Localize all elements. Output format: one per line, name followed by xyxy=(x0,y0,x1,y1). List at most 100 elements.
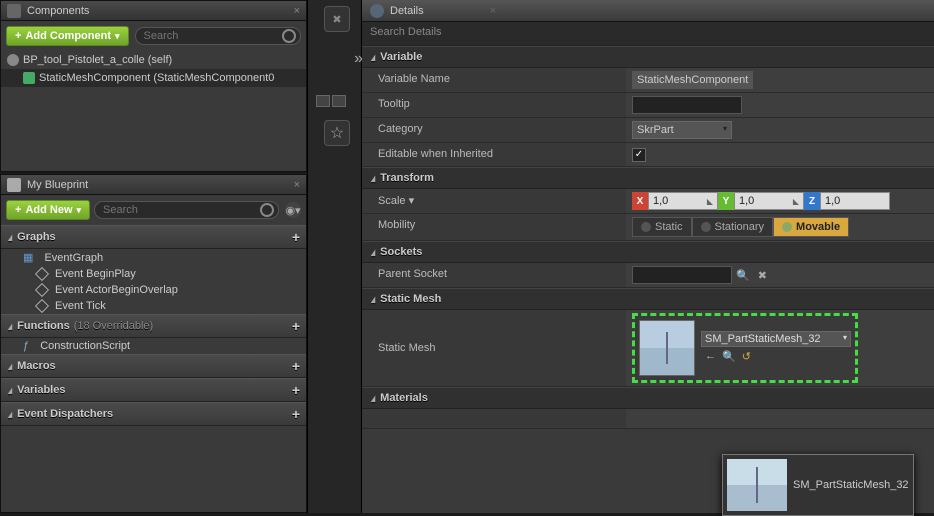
mobility-static[interactable]: Static xyxy=(632,217,692,237)
functions-info: (18 Overridable) xyxy=(74,320,153,332)
close-icon[interactable]: × xyxy=(294,5,300,17)
components-search-input[interactable] xyxy=(135,27,301,45)
static-mesh-combo[interactable]: SM_PartStaticMesh_32 xyxy=(701,331,851,347)
mobility-label: Mobility xyxy=(362,214,626,240)
static-mesh-slot[interactable]: SM_PartStaticMesh_32 ← 🔍 ↺ xyxy=(632,313,858,383)
myblueprint-search-input[interactable] xyxy=(94,201,279,219)
add-macro-button[interactable]: + xyxy=(292,358,300,374)
middle-toolbar: ✖ » ☆ xyxy=(307,0,362,513)
editable-checkbox[interactable]: ✓ xyxy=(632,148,646,162)
category-transform[interactable]: Transform xyxy=(362,167,934,189)
details-search-input[interactable]: Search Details xyxy=(362,22,934,46)
mesh-thumbnail[interactable] xyxy=(639,320,695,376)
functions-label: Functions xyxy=(17,320,70,332)
event-item[interactable]: Event Tick xyxy=(1,298,306,314)
add-graph-button[interactable]: + xyxy=(292,229,300,245)
parent-socket-label: Parent Socket xyxy=(362,263,626,287)
close-icon[interactable]: × xyxy=(294,179,300,191)
category-materials[interactable]: Materials xyxy=(362,387,934,409)
event-item[interactable]: Event ActorBeginOverlap xyxy=(1,282,306,298)
category-value: SkrPart xyxy=(637,124,674,136)
graphs-section[interactable]: Graphs + xyxy=(1,225,306,249)
add-variable-button[interactable]: + xyxy=(292,382,300,398)
materials-row xyxy=(362,409,626,428)
scale-y-input[interactable]: 1,0◣ xyxy=(734,192,804,210)
reset-icon[interactable]: ↺ xyxy=(742,350,751,363)
components-tab-header[interactable]: Components × xyxy=(1,1,306,21)
tooltip-label: Tooltip xyxy=(362,93,626,117)
static-mesh-label: Static Mesh xyxy=(362,310,626,386)
variables-section[interactable]: Variables+ xyxy=(1,378,306,402)
tooltip-input[interactable] xyxy=(632,96,742,114)
dispatchers-section[interactable]: Event Dispatchers + xyxy=(1,402,306,426)
mobility-movable[interactable]: Movable xyxy=(773,217,849,237)
mob-stationary-label: Stationary xyxy=(715,221,765,233)
eye-icon[interactable]: ◉▾ xyxy=(285,202,301,218)
scale-z-input[interactable]: 1,0 xyxy=(820,192,890,210)
event-icon xyxy=(35,267,49,281)
graphs-label: Graphs xyxy=(17,231,56,243)
eventgraph-label: EventGraph xyxy=(44,252,103,264)
y-axis-label: Y xyxy=(718,192,734,210)
event-item[interactable]: Event BeginPlay xyxy=(1,266,306,282)
parent-socket-input[interactable] xyxy=(632,266,732,284)
myblueprint-tab-label: My Blueprint xyxy=(27,179,88,191)
scale-vector: X1,0◣ Y1,0◣ Z1,0 xyxy=(632,192,890,210)
category-combo[interactable]: SkrPart xyxy=(632,121,732,139)
tooltip-thumbnail xyxy=(727,459,787,511)
event-label: Event Tick xyxy=(55,300,106,312)
details-tab-label: Details xyxy=(390,5,424,17)
variable-name-label: Variable Name xyxy=(362,68,626,92)
search-icon[interactable]: 🔍 xyxy=(736,269,750,282)
event-label: Event ActorBeginOverlap xyxy=(55,284,178,296)
mesh-icon xyxy=(23,72,35,84)
mobility-stationary[interactable]: Stationary xyxy=(692,217,774,237)
cat-variable-label: Variable xyxy=(380,51,422,63)
event-icon xyxy=(35,283,49,297)
cat-staticmesh-label: Static Mesh xyxy=(380,293,441,305)
eventgraph-item[interactable]: ▦ EventGraph xyxy=(1,249,306,266)
component-child-item[interactable]: StaticMeshComponent (StaticMeshComponent… xyxy=(1,69,306,87)
cat-materials-label: Materials xyxy=(380,392,428,404)
construction-label: ConstructionScript xyxy=(40,340,130,352)
actor-icon xyxy=(7,54,19,66)
wrench-icon[interactable]: ✖ xyxy=(324,6,350,32)
star-icon[interactable]: ☆ xyxy=(324,120,350,146)
category-variable[interactable]: Variable xyxy=(362,46,934,68)
details-tab-header[interactable]: Details × xyxy=(362,0,934,22)
component-root-item[interactable]: BP_tool_Pistolet_a_colle (self) xyxy=(1,51,306,69)
myblueprint-tab-header[interactable]: My Blueprint × xyxy=(1,175,306,195)
category-static-mesh[interactable]: Static Mesh xyxy=(362,288,934,310)
add-function-button[interactable]: + xyxy=(292,318,300,334)
mob-movable-label: Movable xyxy=(796,221,840,233)
search-icon[interactable]: 🔍 xyxy=(722,350,736,363)
scale-label: Scale ▾ xyxy=(362,189,626,213)
component-root-label: BP_tool_Pistolet_a_colle (self) xyxy=(23,54,172,66)
components-icon xyxy=(7,4,21,18)
add-dispatcher-button[interactable]: + xyxy=(292,406,300,422)
static-mesh-value: SM_PartStaticMesh_32 xyxy=(705,333,821,345)
clear-icon[interactable]: ✖ xyxy=(758,269,767,282)
cat-sockets-label: Sockets xyxy=(380,246,422,258)
macros-section[interactable]: Macros+ xyxy=(1,354,306,378)
scale-y-value: 1,0 xyxy=(739,195,754,207)
components-tab-label: Components xyxy=(27,5,89,17)
category-label: Category xyxy=(362,118,626,142)
book-icon xyxy=(7,178,21,192)
close-icon[interactable]: × xyxy=(490,5,496,17)
arrow-left-icon[interactable]: ← xyxy=(705,350,716,363)
scale-x-input[interactable]: 1,0◣ xyxy=(648,192,718,210)
construction-item[interactable]: ƒ ConstructionScript xyxy=(1,338,306,354)
search-placeholder: Search Details xyxy=(370,26,442,38)
add-new-button[interactable]: Add New xyxy=(6,200,90,220)
dispatchers-label: Event Dispatchers xyxy=(17,408,113,420)
mob-static-label: Static xyxy=(655,221,683,233)
x-axis-label: X xyxy=(632,192,648,210)
scale-text: Scale xyxy=(378,195,406,207)
category-sockets[interactable]: Sockets xyxy=(362,241,934,263)
event-icon xyxy=(35,299,49,313)
add-component-button[interactable]: Add Component xyxy=(6,26,129,46)
variable-name-value: StaticMeshComponent xyxy=(632,71,753,89)
functions-section[interactable]: Functions (18 Overridable) + xyxy=(1,314,306,338)
layout-icons[interactable] xyxy=(316,95,346,107)
